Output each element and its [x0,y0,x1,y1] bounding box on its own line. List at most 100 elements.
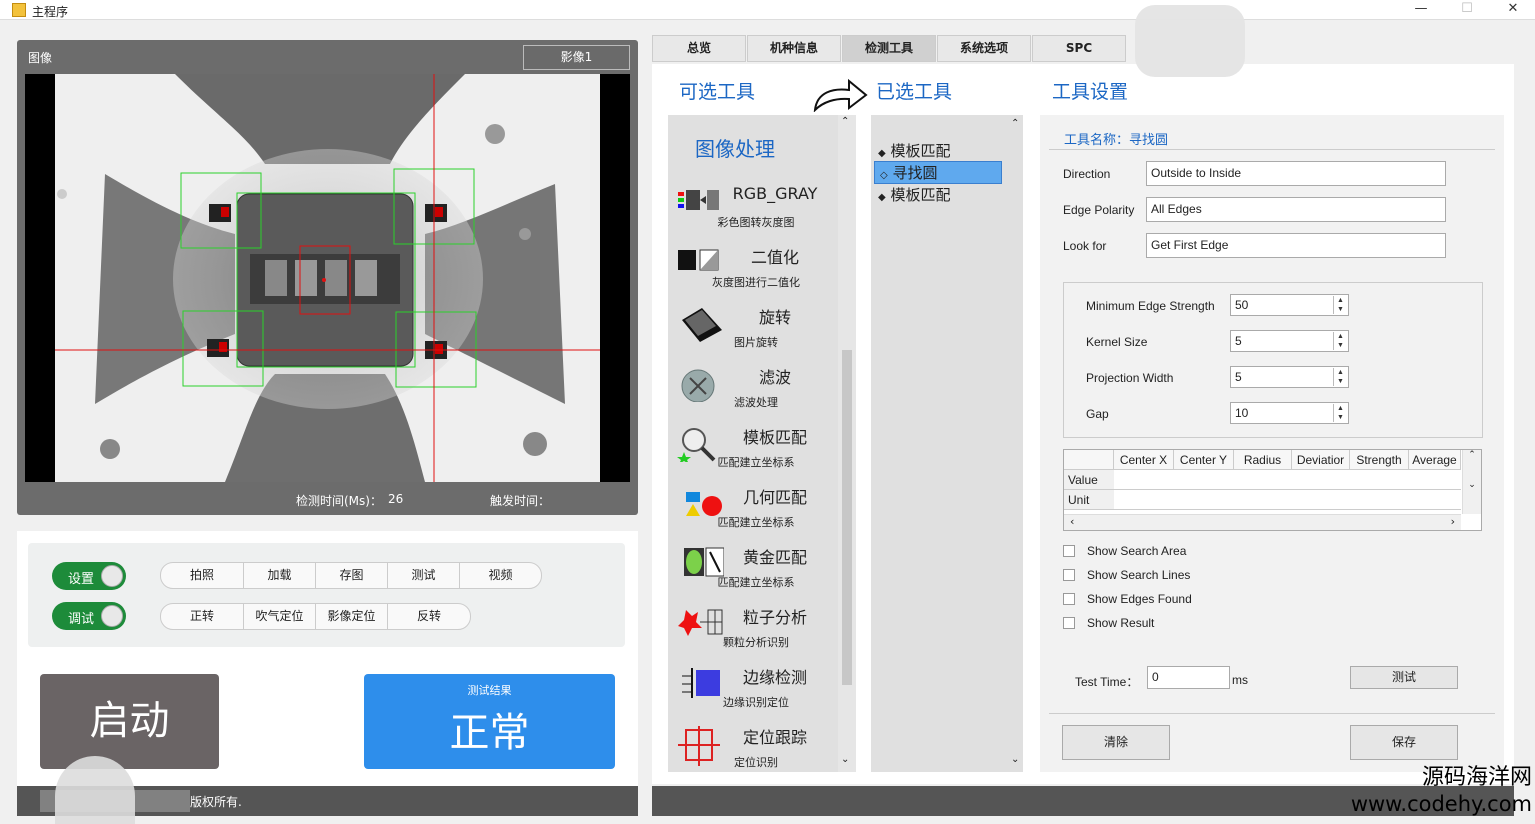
tool-geometric-match[interactable]: 几何匹配 匹配建立坐标系 [668,478,828,538]
grid-header[interactable]: Radius [1234,450,1292,470]
settings-toggle-label: 设置 [68,571,95,586]
test-time-field[interactable]: 0 [1147,666,1230,689]
tab-overview[interactable]: 总览 [652,35,746,62]
tab-system-options[interactable]: 系统选项 [937,35,1031,62]
bullet-icon: ◆ [878,148,886,159]
settings-toggle[interactable]: 设置 [52,562,126,590]
image-viewer[interactable] [25,74,630,482]
kernel-size-stepper[interactable]: 5 ▲ ▼ [1230,330,1349,352]
test-button[interactable]: 测试 [388,563,460,588]
tool-name: 黄金匹配 [742,548,807,567]
tool-desc: 彩色图转灰度图 [717,216,795,229]
rgb-gray-icon [676,186,720,214]
control-group [28,543,625,647]
min-edge-strength-stepper[interactable]: 50 ▲ ▼ [1230,294,1349,316]
test-time-unit: ms [1232,673,1248,687]
grid-header[interactable]: Center X [1114,450,1174,470]
grid-header[interactable]: Center Y [1174,450,1234,470]
video-button[interactable]: 视频 [460,563,541,588]
scroll-up-icon[interactable]: ⌃ [841,116,849,127]
edge-polarity-field[interactable]: All Edges [1146,197,1446,222]
start-button[interactable]: 启动 [40,674,219,769]
tool-position-tracking[interactable]: 定位跟踪 定位识别 [668,718,828,770]
selected-tool-item[interactable]: ◆ 模板匹配 [878,184,951,205]
results-grid[interactable]: Center X Center Y Radius Deviatior Stren… [1063,449,1482,531]
show-result-label: Show Result [1087,616,1155,630]
clear-button[interactable]: 清除 [1062,725,1170,760]
tool-particle-analysis[interactable]: 粒子分析 颗粒分析识别 [668,598,828,658]
direction-field[interactable]: Outside to Inside [1146,161,1446,186]
stepper-arrows-icon[interactable]: ▲ ▼ [1333,368,1347,386]
reverse-button[interactable]: 反转 [388,604,470,629]
show-search-lines-checkbox[interactable] [1063,569,1075,581]
show-edges-found-checkbox[interactable] [1063,593,1075,605]
forward-button[interactable]: 正转 [161,604,244,629]
arrow-right-icon [813,76,869,115]
projection-width-stepper[interactable]: 5 ▲ ▼ [1230,366,1349,388]
capture-button[interactable]: 拍照 [161,563,244,588]
selected-tool-item-active[interactable]: ◇ 寻找圆 [874,161,1002,184]
grid-header[interactable]: Deviatior [1292,450,1350,470]
stepper-arrows-icon[interactable]: ▲ ▼ [1333,332,1347,350]
detect-time-value: 26 [388,492,404,506]
gap-stepper[interactable]: 10 ▲ ▼ [1230,402,1349,424]
tab-inspection-tools[interactable]: 检测工具 [842,35,936,62]
tool-rgb-gray[interactable]: RGB_GRAY 彩色图转灰度图 [668,178,828,238]
air-position-button[interactable]: 吹气定位 [244,604,316,629]
selected-tool-item[interactable]: ◆ 模板匹配 [878,140,951,161]
close-button[interactable]: ✕ [1490,0,1535,20]
stepper-value: 50 [1235,298,1249,312]
scroll-down-icon[interactable]: ⌄ [1011,754,1019,765]
stepper-arrows-icon[interactable]: ▲ ▼ [1333,404,1347,422]
scroll-up-icon[interactable]: ⌃ [1011,118,1019,129]
show-search-area-checkbox[interactable] [1063,545,1075,557]
title-bar [0,0,1535,20]
selected-tools-title: 已选工具 [876,81,953,103]
action-bar-1: 拍照 加载 存图 测试 视频 [160,562,542,589]
filter-icon [676,366,720,403]
grid-hscrollbar[interactable]: ‹ › [1064,514,1461,530]
stepper-arrows-icon[interactable]: ▲ ▼ [1333,296,1347,314]
tool-rotate[interactable]: 旋转 图片旋转 [668,298,828,358]
test-time-label: Test Time： [1075,675,1139,689]
blurred-region [1135,5,1245,77]
maximize-button[interactable]: ☐ [1444,0,1490,20]
save-image-button[interactable]: 存图 [316,563,388,588]
minimize-button[interactable]: — [1398,0,1444,20]
particle-icon [676,606,723,636]
tab-spc[interactable]: SPC [1032,35,1126,62]
scroll-down-icon[interactable]: ⌄ [841,754,849,765]
app-icon [12,3,26,17]
look-for-field[interactable]: Get First Edge [1146,233,1446,258]
grid-header[interactable]: Strength [1350,450,1409,470]
kernel-size-label: Kernel Size [1086,335,1148,349]
grid-vscrollbar[interactable]: ⌃ ⌄ [1462,450,1481,514]
available-tools-title: 可选工具 [679,81,756,103]
scrollbar-thumb[interactable] [842,350,852,685]
grid-header[interactable]: Average [1409,450,1461,470]
tab-model-info[interactable]: 机种信息 [747,35,841,62]
grid-cells[interactable] [1114,470,1461,510]
tool-binarize[interactable]: 二值化 灰度图进行二值化 [668,238,828,298]
image-select-button[interactable]: 影像1 [523,45,630,70]
watermark: 源码海洋网 www.codehy.com [1300,765,1532,817]
tool-template-match[interactable]: 模板匹配 匹配建立坐标系 [668,418,828,478]
tool-desc: 颗粒分析识别 [723,636,789,649]
show-result-checkbox[interactable] [1063,617,1075,629]
test-result-panel: 测试结果 正常 [364,674,615,769]
tool-edge-detection[interactable]: 边缘检测 边缘识别定位 [668,658,828,718]
tool-name: RGB_GRAY [732,184,818,203]
result-value: 正常 [449,710,530,756]
image-position-button[interactable]: 影像定位 [316,604,388,629]
save-button[interactable]: 保存 [1350,725,1458,760]
selected-tool-name: 模板匹配 [890,142,951,160]
tool-golden-match[interactable]: 黄金匹配 匹配建立坐标系 [668,538,828,598]
copyright-text: 版权所有. [190,795,242,809]
debug-toggle[interactable]: 调试 [52,602,126,630]
result-caption: 测试结果 [467,684,512,697]
run-test-button[interactable]: 测试 [1350,666,1458,689]
tool-filter[interactable]: 滤波 滤波处理 [668,358,828,418]
load-button[interactable]: 加载 [244,563,316,588]
selected-tools-list[interactable] [871,115,1023,772]
show-search-lines-label: Show Search Lines [1087,568,1191,582]
